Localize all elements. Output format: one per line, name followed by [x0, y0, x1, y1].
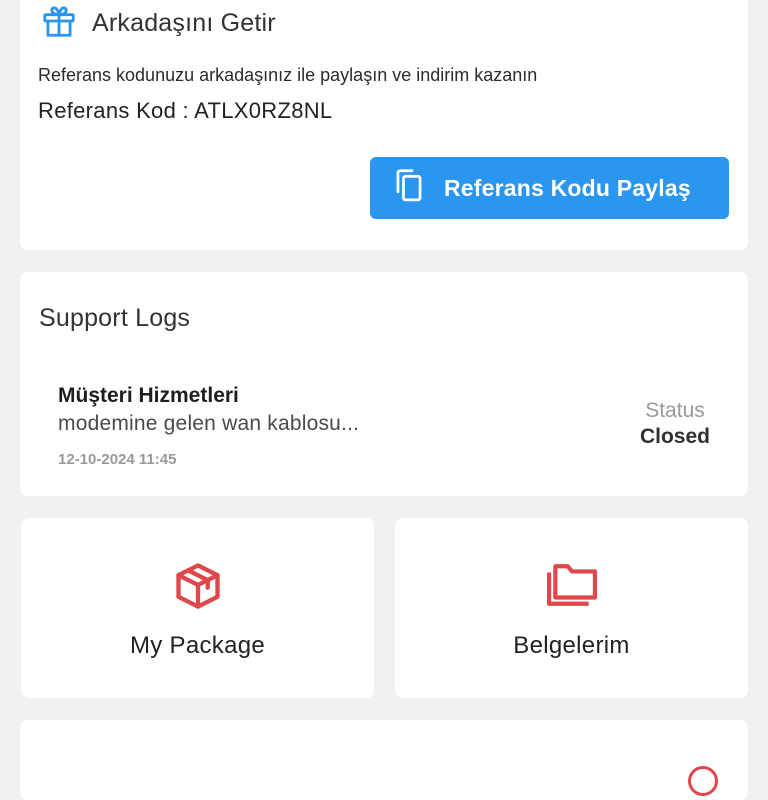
log-title: Müşteri Hizmetleri	[58, 384, 239, 407]
belgelerim-label: Belgelerim	[513, 632, 630, 659]
referral-card: Arkadaşını Getir Referans kodunuzu arkad…	[20, 0, 748, 250]
referral-title: Arkadaşını Getir	[92, 9, 276, 37]
support-log-item[interactable]: Müşteri Hizmetleri modemine gelen wan ka…	[20, 360, 748, 490]
referral-description: Referans kodunuzu arkadaşınız ile paylaş…	[38, 65, 538, 85]
referral-code: Referans Kod : ATLX0RZ8NL	[38, 98, 333, 123]
status-label: Status	[645, 399, 705, 422]
bottom-card	[20, 720, 748, 800]
indicator-icon	[688, 766, 718, 796]
my-package-label: My Package	[129, 632, 266, 659]
status-value: Closed	[639, 425, 710, 448]
log-status: Status Closed	[640, 399, 710, 449]
support-logs-card: Support Logs Müşteri Hizmetleri modemine…	[20, 272, 748, 496]
my-package-tile[interactable]: My Package	[21, 518, 374, 698]
support-logs-title: Support Logs	[39, 304, 191, 332]
share-referral-code-button[interactable]: Referans Kodu Paylaş	[370, 157, 729, 219]
gift-icon	[40, 2, 78, 45]
log-message: modemine gelen wan kablosu...	[58, 412, 360, 435]
share-button-label: Referans Kodu Paylaş	[444, 174, 691, 201]
referral-header: Arkadaşını Getir	[40, 2, 276, 45]
belgelerim-tile[interactable]: Belgelerim	[395, 518, 748, 698]
copy-icon	[370, 168, 426, 209]
log-date: 12-10-2024 11:45	[58, 451, 177, 468]
